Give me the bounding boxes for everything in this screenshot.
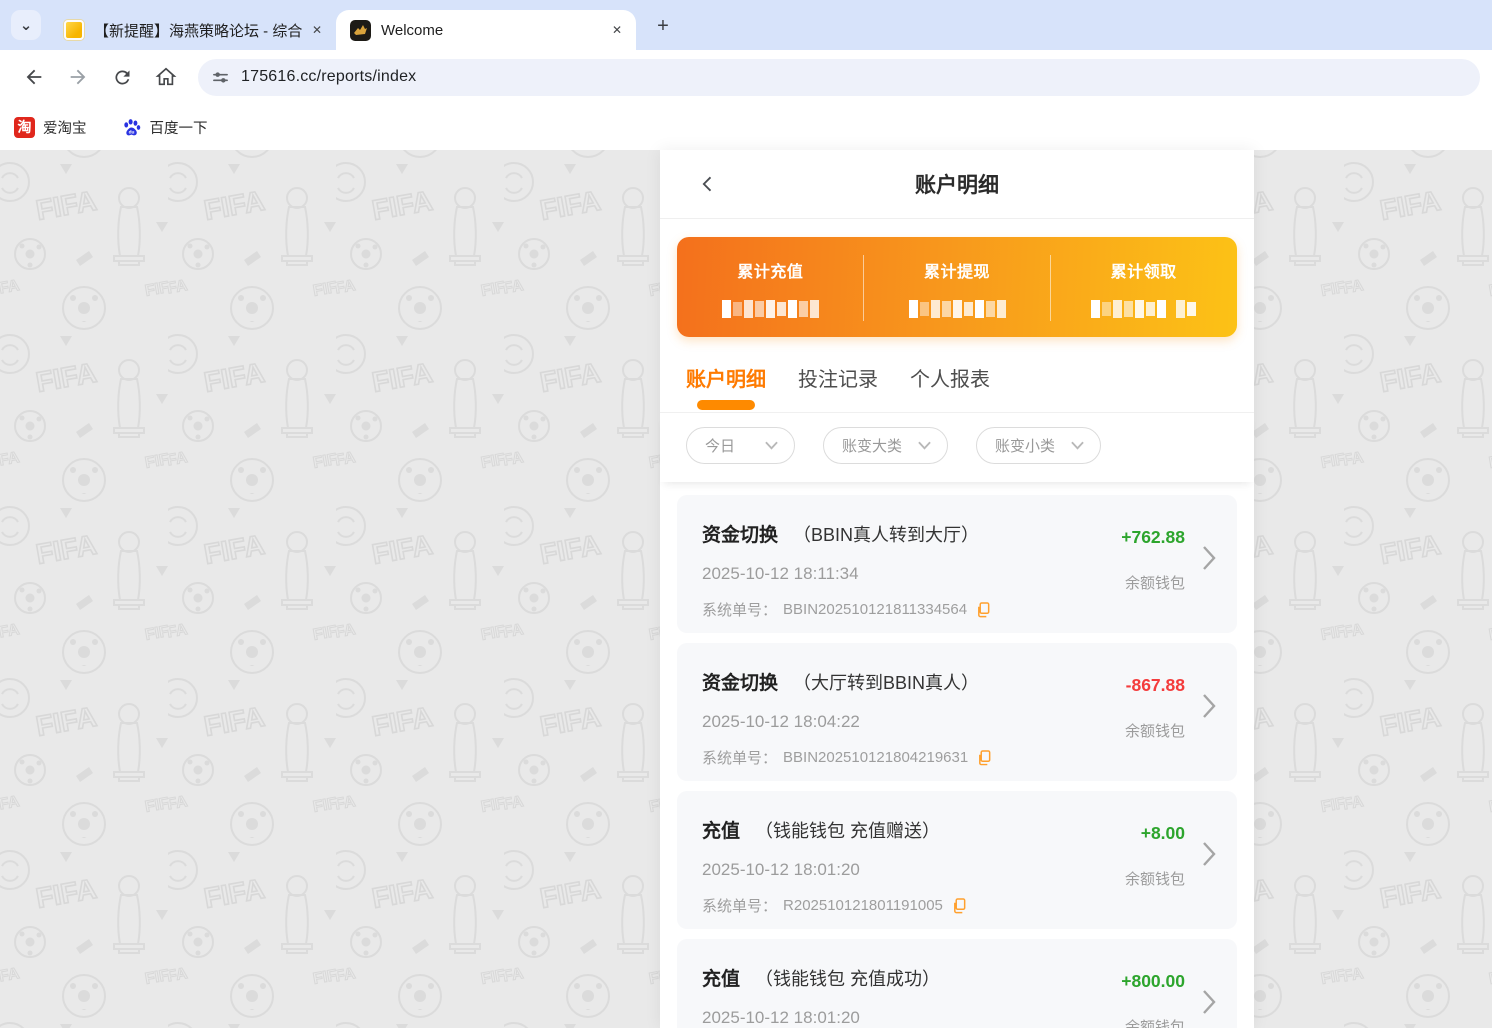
copy-icon[interactable] [976,601,991,618]
transaction-type: 资金切换 [702,525,779,546]
home-icon[interactable] [149,60,183,94]
tab-bet-records[interactable]: 投注记录 [798,363,878,412]
bookmark-label: 百度一下 [149,120,208,137]
account-detail-panel: 账户明细 累计充值 累计提现 累计领取 账户明细 投注记录 个人报表 今日 账变… [660,150,1254,1028]
transaction-amount: +762.88 [1121,527,1185,547]
totals-card: 累计充值 累计提现 累计领取 [677,237,1237,337]
filter-label: 账变小类 [995,438,1056,455]
transaction-detail: （大厅转到BBIN真人） [793,673,980,693]
stat-label: 累计充值 [737,264,804,281]
bookmark-label: 爱淘宝 [43,120,87,137]
filter-major-type[interactable]: 账变大类 [823,427,949,464]
chevron-right-icon[interactable] [1202,693,1217,724]
page-title: 账户明细 [915,174,999,197]
tab-title: 【新提醒】海燕策略论坛 - 综合 [94,22,303,40]
transaction-list: 资金切换 （BBIN真人转到大厅） 2025-10-12 18:11:34 系统… [660,482,1254,1028]
wallet-label: 余额钱包 [1124,1019,1185,1028]
filter-label: 今日 [705,438,736,455]
stat-label: 累计提现 [924,264,991,281]
tab-search-button[interactable]: ⌄ [11,10,41,40]
chevron-right-icon[interactable] [1202,545,1217,576]
close-tab-icon[interactable]: ✕ [308,21,326,39]
chevron-right-icon[interactable] [1202,841,1217,872]
transaction-type: 资金切换 [702,673,779,694]
chevron-down-icon [918,441,931,450]
taobao-icon: 淘 [14,116,35,138]
transaction-row[interactable]: 资金切换 （BBIN真人转到大厅） 2025-10-12 18:11:34 系统… [677,495,1237,633]
filter-bar: 今日 账变大类 账变小类 [660,413,1254,482]
filter-date[interactable]: 今日 [686,427,796,464]
new-tab-button[interactable]: + [650,13,676,39]
browser-toolbar: 175616.cc/reports/index [0,50,1492,104]
forward-icon[interactable] [61,60,95,94]
page-header: 账户明细 [660,150,1254,219]
transaction-amount: +8.00 [1140,823,1185,843]
stat-label: 累计领取 [1110,264,1177,281]
wallet-label: 余额钱包 [1124,871,1185,888]
chevron-down-icon [765,441,778,450]
transaction-type: 充值 [702,821,741,842]
bookmarks-bar: 淘 爱淘宝 du 百度一下 [0,104,1492,150]
close-tab-icon[interactable]: ✕ [608,21,626,39]
section-tabs: 账户明细 投注记录 个人报表 [660,337,1254,413]
transaction-row[interactable]: 资金切换 （大厅转到BBIN真人） 2025-10-12 18:04:22 系统… [677,643,1237,781]
site-favicon [350,19,371,41]
bookmark-baidu[interactable]: du 百度一下 [121,117,208,138]
transaction-type: 充值 [702,969,741,990]
filter-minor-type[interactable]: 账变小类 [976,427,1102,464]
masked-value [908,299,1006,319]
site-settings-icon[interactable] [212,69,229,86]
copy-icon[interactable] [977,749,992,766]
transaction-detail: （钱能钱包 充值成功） [755,969,941,989]
transaction-row[interactable]: 充值 （钱能钱包 充值成功） 2025-10-12 18:01:20 +800.… [677,939,1237,1028]
order-label: 系统单号： [702,750,778,767]
reload-icon[interactable] [105,60,139,94]
transaction-detail: （BBIN真人转到大厅） [793,525,980,545]
tab-title: Welcome [381,21,444,39]
transaction-row[interactable]: 充值 （钱能钱包 充值赠送） 2025-10-12 18:01:20 系统单号：… [677,791,1237,929]
browser-titlebar: ⌄ 【新提醒】海燕策略论坛 - 综合 ✕ Welcome ✕ + [0,0,1492,50]
copy-icon[interactable] [952,897,967,914]
stat-total-withdraw: 累计提现 [864,237,1051,337]
back-chevron-icon[interactable] [688,164,728,204]
bookmark-aitaobao[interactable]: 淘 爱淘宝 [14,116,87,138]
order-number: BBIN202510121811334564 [783,601,968,618]
order-number: R202510121801191005 [783,897,943,914]
browser-tab-forum[interactable]: 【新提醒】海燕策略论坛 - 综合 ✕ [50,10,336,50]
tab-account-detail[interactable]: 账户明细 [686,363,766,412]
transaction-amount: -867.88 [1125,675,1185,695]
filter-label: 账变大类 [842,438,903,455]
divider [1049,255,1051,321]
stat-total-claim: 累计领取 [1050,237,1237,337]
chevron-right-icon[interactable] [1202,989,1217,1020]
address-bar[interactable]: 175616.cc/reports/index [198,58,1480,96]
transaction-amount: +800.00 [1121,971,1185,991]
chevron-down-icon [1071,441,1084,450]
browser-tab-welcome[interactable]: Welcome ✕ [336,10,636,50]
masked-value [1091,299,1197,319]
order-number: BBIN202510121804219631 [783,749,969,766]
forum-favicon [64,20,84,40]
tab-personal-report[interactable]: 个人报表 [910,363,990,412]
baidu-icon: du [121,117,142,138]
stat-total-deposit: 累计充值 [677,237,864,337]
wallet-label: 余额钱包 [1124,723,1185,740]
divider [863,255,865,321]
page-area: FIFA FIFA FIFA 账户明细 累计充值 [0,150,1492,1028]
transaction-detail: （钱能钱包 充值赠送） [755,821,941,841]
order-label: 系统单号： [702,602,778,619]
order-label: 系统单号： [702,898,778,915]
url-text[interactable]: 175616.cc/reports/index [241,68,416,86]
svg-text:du: du [128,129,134,135]
masked-value [721,299,819,319]
wallet-label: 余额钱包 [1124,575,1185,592]
back-icon[interactable] [17,60,51,94]
